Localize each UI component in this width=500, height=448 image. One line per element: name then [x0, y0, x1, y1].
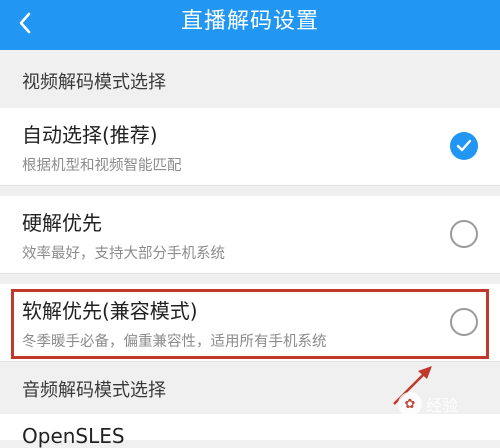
paw-icon: ✿ [398, 392, 422, 416]
option-title: 自动选择(推荐) [22, 123, 158, 147]
radio-checked-icon[interactable] [450, 132, 478, 160]
page-title: 直播解码设置 [180, 9, 319, 34]
option-auto[interactable]: 自动选择(推荐) 根据机型和视频智能匹配 [0, 108, 500, 186]
watermark: ✿ 经验 [398, 392, 458, 416]
option-opensles[interactable]: OpenSLES [0, 414, 500, 448]
option-subtitle: 根据机型和视频智能匹配 [22, 158, 182, 174]
checkmark-icon [456, 139, 472, 152]
option-title: 硬解优先 [22, 211, 102, 235]
option-subtitle: 冬季暖手必备，偏重兼容性，适用所有手机系统 [22, 334, 327, 350]
option-title: OpenSLES [22, 424, 125, 448]
option-subtitle: 效率最好，支持大部分手机系统 [22, 246, 225, 262]
audio-section-label: 音频解码模式选择 [22, 380, 166, 401]
app-header: 直播解码设置 [0, 0, 500, 50]
video-section-label: 视频解码模式选择 [22, 72, 166, 93]
option-title: 软解优先(兼容模式) [22, 299, 198, 323]
radio-unchecked-icon[interactable] [450, 308, 478, 336]
radio-unchecked-icon[interactable] [450, 220, 478, 248]
watermark-text: 经验 [426, 396, 459, 415]
option-hardware[interactable]: 硬解优先 效率最好，支持大部分手机系统 [0, 196, 500, 274]
option-software[interactable]: 软解优先(兼容模式) 冬季暖手必备，偏重兼容性，适用所有手机系统 [0, 284, 500, 362]
